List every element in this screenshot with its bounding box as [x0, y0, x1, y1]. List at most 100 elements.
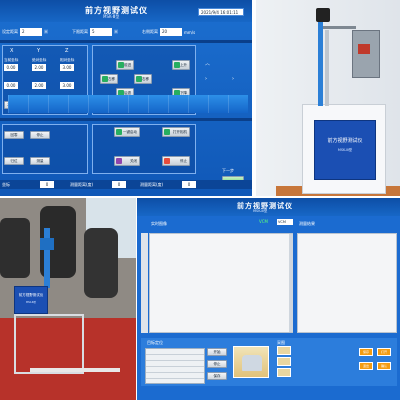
exit-button[interactable]: 退出	[359, 362, 373, 370]
start-button[interactable]: 开始	[207, 348, 227, 356]
camera-icon	[316, 8, 330, 22]
device-red-part	[358, 44, 370, 54]
param-input-right[interactable]: 20	[160, 28, 182, 36]
vehicle-photo: 前方视野测试仪 MSK-Ⅲ型	[0, 198, 136, 400]
x-value-field-2[interactable]: 0.00	[4, 82, 18, 89]
col-header-y: Y	[37, 48, 41, 54]
device-photo: 前方视野测试仪 MSK-Ⅲ型	[256, 0, 400, 196]
param-input-lower[interactable]: 5	[90, 28, 112, 36]
close-label: 关闭	[130, 159, 137, 163]
divider	[0, 40, 252, 43]
left-icon	[102, 76, 108, 82]
capture-preview[interactable]	[233, 346, 269, 378]
live-image-canvas[interactable]	[149, 233, 293, 333]
status-bar: 坐标 0 测量距离(度) 0 测量距离(度) 0	[0, 180, 252, 189]
thumbnail[interactable]	[277, 357, 291, 366]
nameplate-title: 前方视野测试仪	[18, 293, 44, 297]
vcm-select[interactable]: VCM	[277, 219, 293, 225]
table-row	[146, 373, 204, 379]
chevron-right-icon[interactable]: ›	[205, 76, 207, 82]
forward-button[interactable]: 前进	[116, 60, 134, 70]
control-app-subtitle: MSK-Ⅲ型	[103, 14, 120, 19]
scrollbar[interactable]	[289, 234, 293, 332]
measurement-software-window: 前方视野测试仪 MSK-Ⅲ型 实时图像 VCM VCM 测量结果 目标定位 开始…	[137, 198, 400, 400]
datetime-display: 2021/9/4 16:01:11	[198, 8, 244, 16]
car-image	[242, 355, 262, 371]
next-step-label: 下一步	[222, 168, 234, 173]
device-nameplate: 前方视野测试仪 MSK-Ⅲ型	[314, 120, 376, 180]
home-button[interactable]: 回零	[4, 131, 24, 139]
one-key-start-button[interactable]: 一键启动	[114, 127, 140, 137]
forward-icon	[118, 62, 124, 68]
confirm-button[interactable]: 确认	[377, 362, 391, 370]
right-label: 右移	[142, 77, 149, 81]
open-file-button[interactable]: 打开	[377, 348, 391, 356]
device-nameplate: 前方视野测试仪 MSK-Ⅲ型	[14, 286, 48, 314]
device-rod	[325, 30, 329, 106]
stop-button[interactable]: 停止	[30, 131, 50, 139]
close-button[interactable]: 关闭	[114, 156, 140, 166]
x-value-field[interactable]: 0.00	[4, 64, 18, 71]
nameplate-model: MSK-Ⅲ型	[25, 301, 37, 304]
chevron-up-icon[interactable]: ︿	[205, 60, 210, 67]
drawing-toolbar[interactable]	[141, 233, 148, 333]
status-label: 坐标	[2, 182, 10, 187]
start-label: 一键启动	[123, 130, 137, 134]
camera-icon	[40, 238, 54, 250]
thumbnail[interactable]	[277, 368, 291, 377]
measure-button[interactable]: 测量	[30, 157, 50, 165]
up-icon	[174, 62, 180, 68]
target-table	[145, 348, 205, 384]
divider	[0, 118, 252, 121]
start-icon	[116, 129, 122, 135]
device-post	[44, 228, 50, 288]
y-value-field-2[interactable]: 2.00	[32, 82, 46, 89]
camera-label: 打开相机	[173, 130, 187, 134]
save-button[interactable]: 保存	[207, 372, 227, 380]
param-unit: 米	[114, 29, 118, 34]
right-icon	[136, 76, 142, 82]
device-mechanism	[352, 30, 380, 78]
y-value-field[interactable]: 2.00	[32, 64, 46, 71]
nameplate-title: 前方视野测试仪	[327, 138, 363, 144]
reset-button[interactable]: 归位	[4, 157, 24, 165]
stop-button[interactable]: 停止	[207, 360, 227, 368]
field-label: 相对坐标	[60, 58, 75, 62]
param-unit: mm/s	[184, 29, 196, 35]
open-camera-button[interactable]: 打开相机	[162, 127, 190, 137]
right-button[interactable]: 右移	[134, 74, 152, 84]
device-post	[318, 20, 323, 106]
param-unit: 米	[44, 29, 48, 34]
target-header: 目标定位	[147, 340, 163, 345]
status-value: 0	[182, 181, 196, 188]
vehicle-seat	[84, 228, 118, 298]
z-value-field[interactable]: 3.00	[60, 64, 74, 71]
tab-vcm[interactable]: VCM	[259, 219, 268, 224]
status-value: 0	[112, 181, 126, 188]
param-label: 右侧距离	[142, 29, 158, 34]
camera-icon	[164, 129, 170, 135]
up-button[interactable]: 上升	[172, 60, 190, 70]
field-label: 绝对坐标	[32, 58, 47, 62]
param-row-right: 右侧距离 20 mm/s	[142, 27, 195, 37]
thumbnail[interactable]	[277, 346, 291, 355]
control-software-window: 前方视野测试仪 MSK-Ⅲ型 2021/9/4 16:01:11 设定距离 2 …	[0, 0, 252, 196]
result-canvas[interactable]	[297, 233, 397, 333]
nameplate-model: MSK-Ⅲ型	[337, 148, 353, 152]
result-header: 测量结果	[299, 221, 315, 226]
param-label: 设定距离	[2, 29, 18, 34]
chevron-right-icon[interactable]: ›	[232, 76, 234, 82]
device-frame	[14, 314, 84, 374]
live-image-header: 实时图像	[151, 221, 167, 226]
z-value-field-2[interactable]: 3.00	[60, 82, 74, 89]
save-file-button[interactable]: 保存	[359, 348, 373, 356]
stop-icon	[164, 158, 170, 164]
close-icon	[116, 158, 122, 164]
status-value: 0	[40, 181, 54, 188]
left-button[interactable]: 左移	[100, 74, 118, 84]
device-rail	[30, 368, 120, 372]
thumbnail-list[interactable]	[277, 346, 291, 378]
param-input-distance[interactable]: 2	[20, 28, 42, 36]
stop-all-button[interactable]: 停止	[162, 156, 190, 166]
forward-label: 前进	[124, 63, 131, 67]
